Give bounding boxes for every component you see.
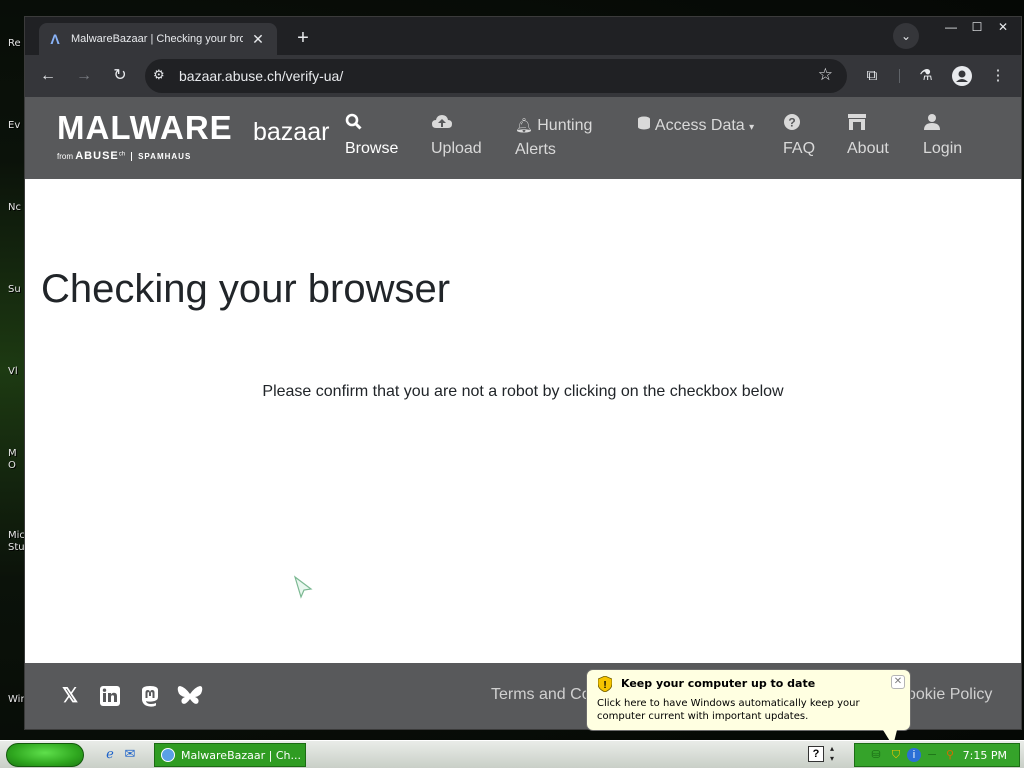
logo-bazaar[interactable]: bazaar (253, 118, 329, 147)
nav-browse[interactable]: Browse (345, 113, 398, 161)
nav-upload[interactable]: Upload (431, 113, 482, 161)
tab-strip: Λ MalwareBazaar | Checking your browser … (25, 17, 1021, 55)
taskbar-button-malwarebazaar[interactable]: MalwareBazaar | Ch... (154, 743, 306, 767)
nav-hunting-label: Hunting (537, 117, 593, 134)
nav-faq-label: FAQ (783, 140, 816, 157)
tab-search-chevron-down-icon[interactable]: ⌄ (893, 23, 919, 49)
x-twitter-icon[interactable]: 𝕏 (57, 683, 83, 709)
bell-icon: 🔔︎ (515, 117, 533, 133)
reload-icon[interactable]: ↻ (107, 63, 133, 89)
question-circle-icon: ? (783, 113, 815, 137)
toolbar-divider (899, 69, 900, 83)
linkedin-icon[interactable] (97, 683, 123, 709)
security-alert-shield-icon[interactable]: ⛉ (889, 748, 903, 762)
nav-about-label: About (847, 140, 889, 157)
database-icon (637, 116, 655, 133)
tab-close-icon[interactable]: ✕ (249, 31, 267, 48)
minimize-icon[interactable]: — (937, 17, 965, 37)
nav-login-label: Login (923, 140, 963, 157)
malwarebazaar-favicon-icon: Λ (50, 31, 60, 47)
info-icon[interactable]: i (907, 748, 921, 762)
cookie-policy-link[interactable]: ookie Policy (907, 686, 992, 704)
site-info-icon[interactable]: ⚙ (153, 67, 165, 83)
tray-arrows-icon[interactable]: ▴ ▾ (830, 744, 834, 764)
robot-confirm-text: Please confirm that you are not a robot … (262, 383, 784, 400)
mouse-cursor-icon (293, 575, 313, 604)
help-icon[interactable]: ? (808, 746, 824, 762)
cloud-upload-icon (431, 113, 482, 137)
extensions-puzzle-icon[interactable]: ⧉ (859, 63, 885, 89)
tab-title: MalwareBazaar | Checking your browser (71, 33, 243, 45)
logo-from-line: from ABUSEch SPAMHAUS (57, 150, 192, 162)
security-shield-icon: ! (598, 676, 612, 692)
profile-avatar-icon[interactable] (949, 63, 975, 89)
taskbar-button-label: MalwareBazaar | Ch... (181, 748, 301, 762)
forward-arrow-icon[interactable]: → (71, 63, 97, 89)
bluesky-butterfly-icon[interactable] (177, 683, 203, 709)
nav-upload-label: Upload (431, 140, 482, 157)
site-navbar: MALWARE bazaar from ABUSEch SPAMHAUS Brow… (25, 97, 1021, 179)
logo-malware[interactable]: MALWARE (57, 109, 233, 147)
nav-hunting-alerts[interactable]: 🔔︎ Hunting Alerts (515, 113, 592, 162)
nav-login[interactable]: Login (923, 113, 962, 161)
url-text[interactable]: bazaar.abuse.ch/verify-ua/ (179, 68, 343, 84)
page-title: Checking your browser (41, 267, 451, 311)
nav-browse-label: Browse (345, 140, 399, 157)
close-window-icon[interactable]: ✕ (989, 17, 1017, 37)
web-page: MALWARE bazaar from ABUSEch SPAMHAUS Brow… (25, 97, 1021, 729)
nav-access-data-label: Access Data (654, 117, 745, 134)
browser-tab[interactable]: Λ MalwareBazaar | Checking your browser … (39, 23, 277, 55)
system-tray: ⛁ ⛉ i ─ ⚲ 7:15 PM (854, 743, 1020, 767)
internet-explorer-icon[interactable]: ℯ (102, 746, 118, 762)
taskbar-clock[interactable]: 7:15 PM (963, 749, 1007, 762)
mastodon-icon[interactable] (137, 683, 163, 709)
labs-flask-icon[interactable]: ⚗ (913, 63, 939, 89)
nav-alerts-label: Alerts (515, 141, 556, 158)
browser-toolbar: ← → ↻ ⚙ bazaar.abuse.ch/verify-ua/ ☆ ⧉ ⚗… (25, 55, 1021, 97)
browser-menu-icon[interactable]: ⋮ (985, 63, 1011, 89)
caret-down-icon: ▾ (749, 122, 755, 133)
svg-text:?: ? (788, 116, 795, 130)
maximize-icon[interactable]: ☐ (963, 17, 991, 37)
building-icon (847, 113, 889, 137)
svg-text:!: ! (603, 680, 606, 691)
address-bar[interactable]: ⚙ bazaar.abuse.ch/verify-ua/ ☆ (145, 59, 847, 93)
search-icon[interactable]: ⚲ (943, 748, 957, 762)
connection-icon[interactable]: ─ (925, 748, 939, 762)
start-button[interactable] (6, 743, 84, 767)
new-tab-icon[interactable]: + (289, 25, 317, 53)
taskbar: ℯ ✉ MalwareBazaar | Ch... ? ▴ ▾ ⛁ ⛉ i ─ ⚲… (0, 740, 1024, 768)
terms-link[interactable]: Terms and Co (491, 686, 591, 704)
balloon-text: Click here to have Windows automatically… (597, 698, 860, 722)
windows-update-balloon[interactable]: ! Keep your computer up to date ✕ Click … (586, 669, 911, 746)
search-icon (345, 113, 398, 137)
spamhaus-logo: SPAMHAUS (131, 152, 191, 161)
user-icon (923, 113, 962, 137)
nav-faq[interactable]: ? FAQ (783, 113, 815, 161)
network-icon[interactable]: ⛁ (869, 748, 883, 762)
browser-task-icon (161, 748, 175, 762)
nav-access-data[interactable]: Access Data ▾ (637, 113, 754, 140)
balloon-close-icon[interactable]: ✕ (891, 675, 905, 689)
back-arrow-icon[interactable]: ← (35, 63, 61, 89)
browser-window: Λ MalwareBazaar | Checking your browser … (24, 16, 1022, 730)
nav-about[interactable]: About (847, 113, 889, 161)
outlook-express-icon[interactable]: ✉ (122, 746, 138, 762)
bookmark-star-icon[interactable]: ☆ (818, 65, 833, 85)
balloon-title: Keep your computer up to date (621, 677, 816, 690)
